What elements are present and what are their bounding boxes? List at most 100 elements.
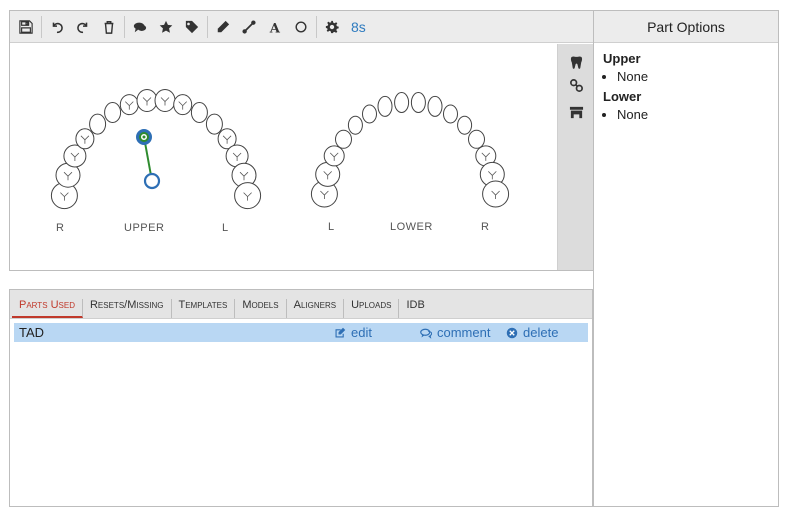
tad-marker[interactable] (136, 129, 161, 190)
pencil-icon (217, 20, 230, 32)
tooth[interactable] (347, 115, 363, 135)
svg-text:A: A (269, 21, 281, 34)
undo-icon (52, 22, 63, 33)
tooth[interactable] (104, 102, 122, 123)
redo-icon (77, 22, 88, 33)
part-name: TAD (19, 325, 45, 340)
lower-list: None (603, 107, 778, 122)
parts-panel: Parts Used Resets/Missing Templates Mode… (9, 289, 593, 507)
tooth[interactable] (173, 94, 193, 116)
bridge-icon (569, 106, 583, 118)
tooth-chart (50, 89, 510, 210)
tab-bar: Parts Used Resets/Missing Templates Mode… (10, 290, 592, 319)
tab-idb[interactable]: IDB (399, 299, 431, 318)
bridge-button[interactable] (558, 99, 594, 125)
tooth[interactable] (75, 128, 95, 150)
tab-models[interactable]: Models (235, 299, 287, 318)
gear-icon (325, 20, 339, 33)
text-button[interactable]: A (262, 13, 288, 41)
toolbar-separator (41, 15, 42, 38)
tooth[interactable] (154, 89, 176, 112)
tooth[interactable] (335, 129, 352, 149)
tooth[interactable] (362, 104, 377, 124)
tooth[interactable] (410, 92, 426, 113)
tad-head-center (142, 135, 146, 139)
edit-icon (335, 327, 346, 337)
redo-button[interactable] (70, 13, 96, 41)
comment-label: comment (437, 325, 491, 340)
tad-anchor[interactable] (143, 172, 161, 190)
toolbar-separator (316, 15, 317, 38)
part-options-panel: Part Options Upper None Lower None (593, 10, 779, 507)
edit-link[interactable]: edit (334, 325, 372, 340)
tooth[interactable] (136, 89, 158, 112)
undo-button[interactable] (44, 13, 70, 41)
lower-right-label: R (481, 221, 490, 233)
side-toolbar (557, 44, 594, 270)
tooth[interactable] (468, 129, 485, 149)
upper-options: Upper None Lower None (594, 51, 778, 122)
tab-aligners[interactable]: Aligners (287, 299, 345, 318)
link-icon (569, 78, 583, 92)
lower-arch (310, 92, 510, 208)
line-button[interactable] (236, 13, 262, 41)
tooth[interactable] (427, 95, 443, 117)
star-icon (159, 20, 173, 33)
tooth-chart-canvas[interactable]: R UPPER L L LOWER R (10, 44, 556, 270)
star-button[interactable] (153, 13, 179, 41)
save-button[interactable] (13, 13, 39, 41)
timer: 8s (351, 18, 366, 35)
chart-panel: A 8s R UPPER L L LOWER R (9, 10, 595, 271)
comment-link[interactable]: comment (420, 325, 490, 340)
delete-tool-button[interactable] (96, 13, 122, 41)
settings-button[interactable] (319, 13, 345, 41)
upper-list: None (603, 69, 778, 84)
close-circle-icon (506, 327, 518, 338)
trash-icon (104, 20, 114, 34)
delete-link[interactable]: delete (506, 325, 558, 340)
upper-left-label: L (222, 222, 229, 234)
tab-resets-missing[interactable]: Resets/Missing (83, 299, 172, 318)
tooth[interactable] (457, 115, 473, 135)
pencil-button[interactable] (210, 13, 236, 41)
list-item: None (617, 69, 778, 84)
circle-icon (295, 20, 307, 33)
tag-button[interactable] (179, 13, 205, 41)
tooth[interactable] (190, 102, 208, 123)
tooth[interactable] (119, 94, 139, 116)
tooth[interactable] (377, 95, 393, 117)
tooth[interactable] (443, 104, 458, 124)
tooth[interactable] (234, 182, 262, 210)
upper-arch (50, 89, 262, 210)
tooth[interactable] (482, 180, 510, 208)
part-options-title: Part Options (594, 11, 778, 43)
toolbar-separator (124, 15, 125, 38)
text-icon: A (269, 21, 281, 34)
tab-uploads[interactable]: Uploads (344, 299, 400, 318)
tab-templates[interactable]: Templates (172, 299, 236, 318)
lower-arch-label: LOWER (390, 221, 433, 233)
list-item: None (617, 107, 778, 122)
comments-button[interactable] (127, 13, 153, 41)
tooth[interactable] (323, 145, 345, 167)
upper-arch-label: UPPER (124, 222, 165, 234)
upper-title: Upper (603, 51, 641, 66)
edit-label: edit (351, 325, 372, 340)
upper-right-label: R (56, 222, 65, 234)
toolbar-separator (207, 15, 208, 38)
tooth[interactable] (394, 92, 410, 113)
table-row[interactable]: TAD edit comment delete (14, 323, 588, 342)
tooth-button[interactable] (558, 49, 594, 75)
lower-left-label: L (328, 221, 335, 233)
circle-button[interactable] (288, 13, 314, 41)
comment-icon (420, 328, 432, 339)
delete-label: delete (523, 325, 559, 340)
line-icon (242, 19, 256, 34)
comments-icon (133, 22, 147, 32)
tab-parts-used[interactable]: Parts Used (12, 299, 83, 318)
save-icon (19, 19, 33, 34)
toolbar: A 8s (10, 11, 594, 43)
tooth[interactable] (89, 113, 107, 135)
link-button[interactable] (558, 75, 594, 95)
tooth[interactable] (205, 113, 223, 135)
